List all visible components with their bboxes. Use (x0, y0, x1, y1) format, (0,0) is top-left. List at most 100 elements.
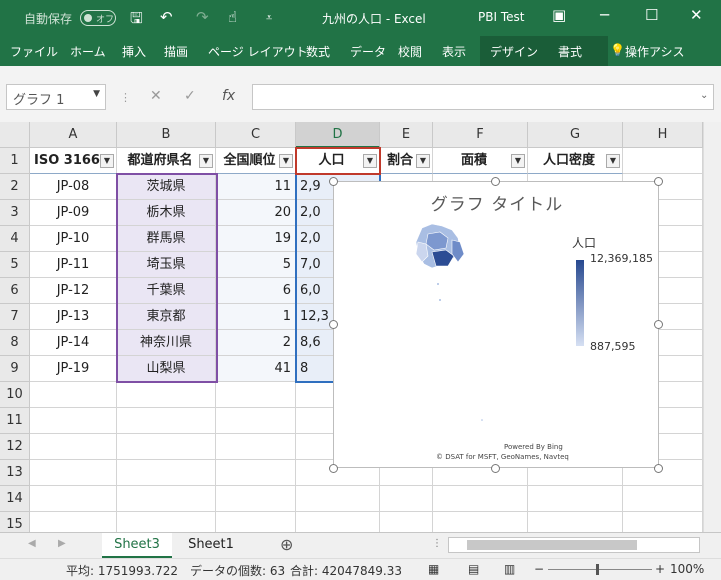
horizontal-scrollbar[interactable] (448, 537, 700, 553)
page-layout-view-icon[interactable]: ▤ (468, 562, 479, 576)
cell[interactable] (216, 408, 296, 434)
table-cell[interactable]: JP-13 (30, 304, 117, 330)
filter-dropdown-icon[interactable]: ▼ (606, 154, 620, 168)
redo-icon[interactable]: ↷ (196, 8, 209, 26)
zoom-level[interactable]: 100% (670, 562, 704, 576)
filter-dropdown-icon[interactable]: ▼ (199, 154, 213, 168)
save-icon[interactable]: 🖫 (130, 8, 143, 33)
enter-icon[interactable]: ✓ (184, 88, 196, 104)
column-header-f[interactable]: F (433, 122, 528, 148)
resize-handle-bl[interactable] (329, 464, 338, 473)
cell[interactable] (216, 382, 296, 408)
formula-input[interactable] (252, 84, 714, 110)
sheet-tab-sheet3[interactable]: Sheet3 (102, 533, 172, 558)
table-header-2[interactable]: 都道府県名 ▼ (117, 148, 216, 174)
name-box[interactable]: グラフ 1 ▼ (6, 84, 106, 110)
filter-dropdown-icon[interactable]: ▼ (416, 154, 430, 168)
table-header-6[interactable]: 面積 ▼ (433, 148, 528, 174)
cell[interactable] (30, 382, 117, 408)
tab-format[interactable]: 書式 (558, 43, 582, 60)
close-icon[interactable]: ✕ (690, 6, 703, 24)
row-header-4[interactable]: 4 (0, 226, 30, 252)
resize-handle-tr[interactable] (654, 177, 663, 186)
customize-qat-icon[interactable]: ⩡ (266, 11, 272, 25)
cell[interactable] (216, 486, 296, 512)
cell[interactable] (528, 486, 623, 512)
table-cell[interactable]: JP-12 (30, 278, 117, 304)
tell-me-box[interactable]: 操作アシス (625, 43, 685, 60)
table-cell[interactable]: 20 (216, 200, 296, 226)
tab-data[interactable]: データ (350, 43, 386, 60)
row-header-6[interactable]: 6 (0, 278, 30, 304)
cell[interactable] (117, 382, 216, 408)
cell[interactable] (117, 434, 216, 460)
row-header-5[interactable]: 5 (0, 252, 30, 278)
ribbon-display-icon[interactable]: ▣ (552, 6, 566, 24)
touch-mode-icon[interactable]: ☝ (228, 8, 237, 26)
cell[interactable] (30, 408, 117, 434)
column-header-b[interactable]: B (117, 122, 216, 148)
row-header-2[interactable]: 2 (0, 174, 30, 200)
zoom-out-icon[interactable]: − (534, 562, 544, 576)
minimize-icon[interactable]: ─ (600, 6, 609, 24)
zoom-slider[interactable] (548, 569, 652, 570)
tab-file[interactable]: ファイル (10, 43, 58, 60)
select-all-corner[interactable] (0, 122, 30, 148)
tab-draw[interactable]: 描画 (164, 43, 188, 60)
insert-function-icon[interactable]: fx (222, 88, 235, 104)
add-sheet-icon[interactable]: ⊕ (280, 535, 293, 554)
row-header-11[interactable]: 11 (0, 408, 30, 434)
tab-home[interactable]: ホーム (70, 43, 106, 60)
resize-handle-br[interactable] (654, 464, 663, 473)
column-header-d[interactable]: D (296, 122, 380, 148)
filter-dropdown-icon[interactable]: ▼ (511, 154, 525, 168)
cell[interactable] (433, 486, 528, 512)
tab-review[interactable]: 校閲 (398, 43, 422, 60)
vertical-scrollbar[interactable] (703, 122, 721, 532)
table-cell[interactable]: 山梨県 (117, 356, 216, 382)
table-header-4[interactable]: 人口 ▼ (296, 148, 380, 174)
undo-icon[interactable]: ↶ (160, 8, 173, 26)
sheet-tab-sheet1[interactable]: Sheet1 (176, 533, 246, 558)
resize-handle-b[interactable] (491, 464, 500, 473)
map-chart[interactable]: グラフ タイトル 人口 12,369,185 887,595 Powered B… (333, 181, 659, 468)
cell[interactable] (296, 486, 380, 512)
cell[interactable] (117, 486, 216, 512)
table-header-1[interactable]: ISO 3166 ▼ (30, 148, 117, 174)
table-header-7[interactable]: 人口密度 ▼ (528, 148, 623, 174)
table-cell[interactable]: 茨城県 (117, 174, 216, 200)
table-header-5[interactable]: 割合 ▼ (380, 148, 433, 174)
tab-design[interactable]: デザイン (490, 43, 538, 60)
row-header-9[interactable]: 9 (0, 356, 30, 382)
column-header-a[interactable]: A (30, 122, 117, 148)
table-cell[interactable]: 千葉県 (117, 278, 216, 304)
table-cell[interactable]: JP-09 (30, 200, 117, 226)
maximize-icon[interactable]: ☐ (645, 6, 658, 24)
row-header-8[interactable]: 8 (0, 330, 30, 356)
table-cell[interactable]: JP-11 (30, 252, 117, 278)
table-cell[interactable]: 2 (216, 330, 296, 356)
table-cell[interactable]: 神奈川県 (117, 330, 216, 356)
resize-handle-l[interactable] (329, 320, 338, 329)
row-header-1[interactable]: 1 (0, 148, 30, 174)
table-cell[interactable]: 19 (216, 226, 296, 252)
tab-view[interactable]: 表示 (442, 43, 466, 60)
cell[interactable] (30, 434, 117, 460)
cell[interactable] (117, 408, 216, 434)
cancel-icon[interactable]: ✕ (150, 88, 162, 104)
autosave-toggle[interactable]: オフ (80, 10, 116, 26)
zoom-slider-thumb[interactable] (596, 564, 599, 575)
cell[interactable] (216, 434, 296, 460)
table-cell[interactable]: 11 (216, 174, 296, 200)
table-cell[interactable]: JP-19 (30, 356, 117, 382)
row-header-3[interactable]: 3 (0, 200, 30, 226)
page-break-view-icon[interactable]: ▥ (504, 562, 515, 576)
prev-sheet-icon[interactable]: ◀ (28, 538, 36, 549)
next-sheet-icon[interactable]: ▶ (58, 538, 66, 549)
cell[interactable] (117, 460, 216, 486)
scroll-thumb[interactable] (467, 540, 637, 550)
row-header-10[interactable]: 10 (0, 382, 30, 408)
cell[interactable] (380, 486, 433, 512)
table-cell[interactable]: 41 (216, 356, 296, 382)
row-header-13[interactable]: 13 (0, 460, 30, 486)
